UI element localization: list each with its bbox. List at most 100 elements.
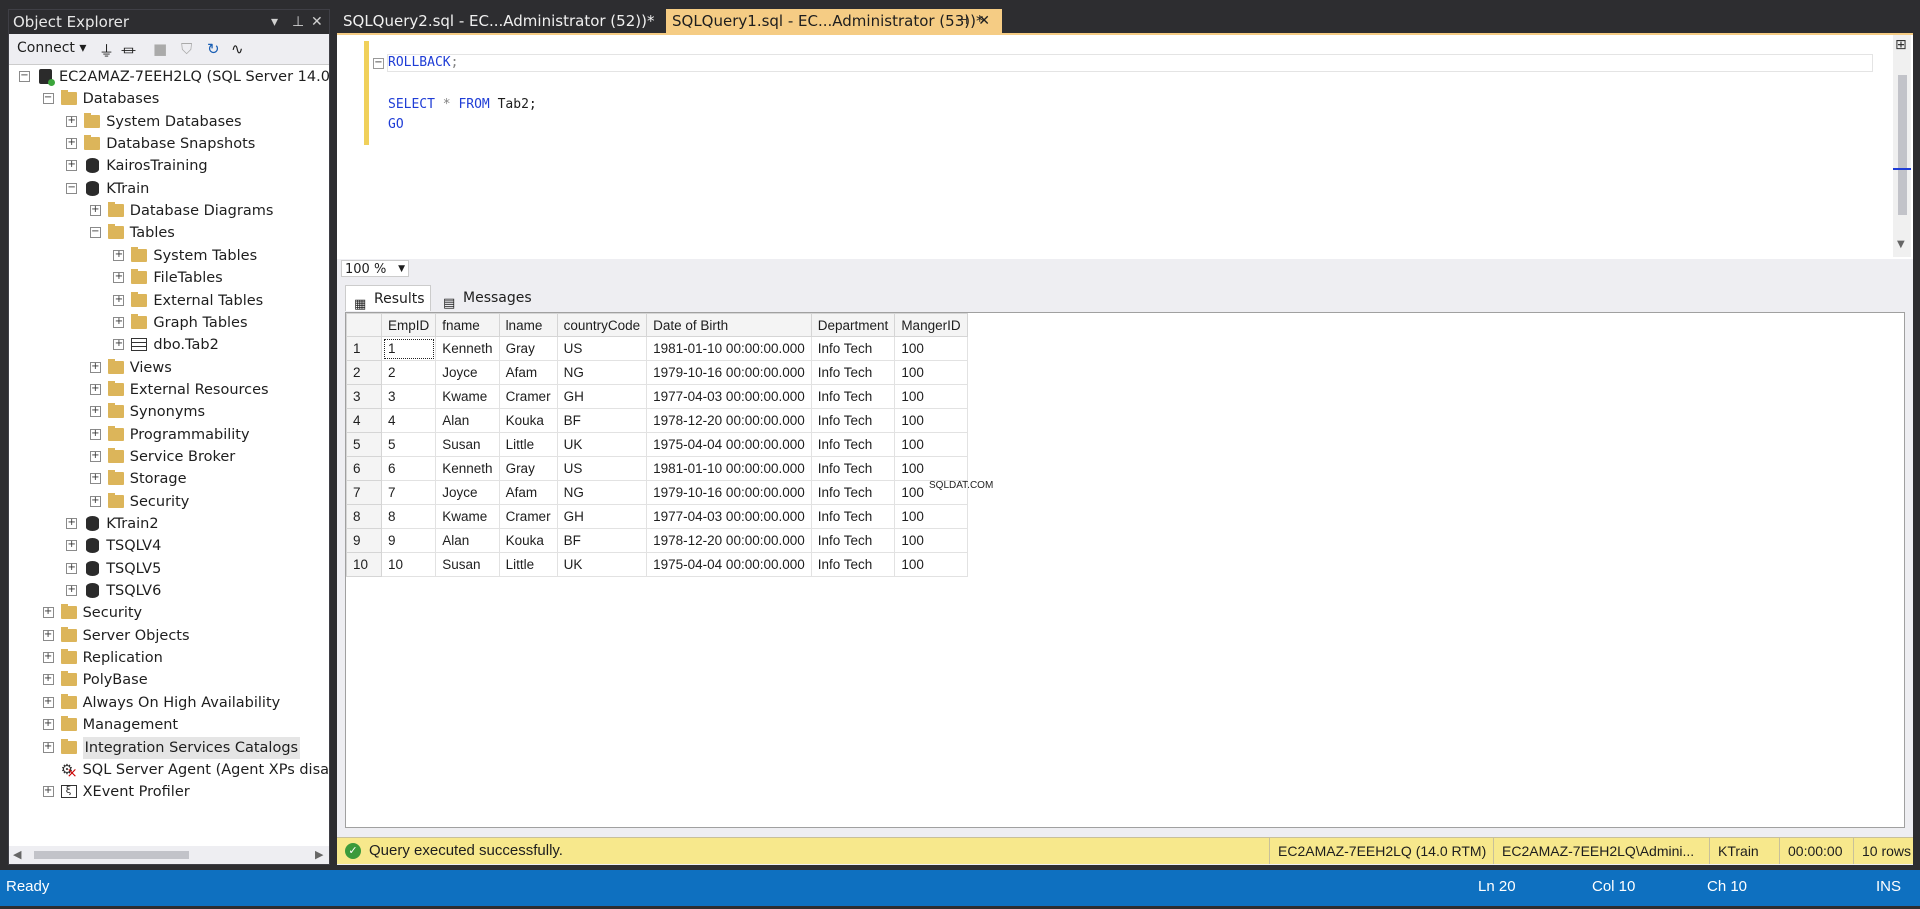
table-row[interactable]: 3 3 Kwame Cramer GH 1977-04-03 00:00:00.000 In… [346, 384, 968, 409]
query-editor[interactable]: − ROLLBACK; SELECT * FROM Tab2; GO ⊞ ▼ [337, 33, 1913, 259]
results-table[interactable]: EmpID fname lname countryCode Date of Birth D… [346, 313, 968, 577]
scroll-right-icon[interactable]: ▶ [315, 846, 323, 864]
collapse-icon[interactable]: − [42, 93, 54, 105]
table-cell[interactable]: Kwame [435, 504, 500, 529]
table-cell[interactable]: BF [556, 408, 648, 433]
table-row[interactable]: 4 4 Alan Kouka BF 1978-12-20 00:00:00.000 Info… [346, 408, 968, 433]
table-cell[interactable]: Gray [498, 336, 558, 361]
expand-icon[interactable]: + [42, 629, 54, 641]
table-cell[interactable]: 1975-04-04 00:00:00.000 [646, 552, 812, 577]
expand-icon[interactable]: + [42, 607, 54, 619]
row-number[interactable]: 3 [346, 384, 382, 409]
table-row[interactable]: 6 6 Kenneth Gray US 1981-01-10 00:00:00.000 In… [346, 456, 968, 481]
table-cell[interactable]: Cramer [498, 384, 558, 409]
activity-monitor-icon[interactable]: ∿ [231, 40, 244, 58]
expand-icon[interactable]: + [66, 160, 78, 172]
expand-icon[interactable]: + [42, 741, 54, 753]
table-cell[interactable]: 1977-04-03 00:00:00.000 [646, 504, 812, 529]
table-cell[interactable]: 100 [894, 552, 968, 577]
table-cell[interactable]: Cramer [498, 504, 558, 529]
connect-object-icon[interactable]: ⏚ [99, 40, 114, 61]
expand-icon[interactable]: + [66, 115, 78, 127]
expand-icon[interactable]: + [42, 786, 54, 798]
row-number[interactable]: 9 [346, 528, 382, 553]
table-cell[interactable]: UK [556, 432, 648, 457]
expand-icon[interactable]: + [113, 294, 125, 306]
table-cell[interactable]: 100 [894, 336, 968, 361]
table-cell[interactable]: GH [556, 384, 648, 409]
grid-corner[interactable] [346, 313, 382, 337]
table-cell[interactable]: Susan [435, 432, 500, 457]
tab-messages[interactable]: ▤ Messages [435, 285, 533, 311]
table-cell[interactable]: Kwame [435, 384, 500, 409]
table-cell[interactable]: Info Tech [810, 432, 896, 457]
expand-icon[interactable]: + [42, 652, 54, 664]
table-cell[interactable]: 9 [380, 528, 437, 553]
collapse-icon[interactable]: − [373, 58, 384, 69]
scrollbar-thumb[interactable] [1898, 75, 1907, 215]
table-cell[interactable]: 1977-04-03 00:00:00.000 [646, 384, 812, 409]
table-cell[interactable]: Joyce [435, 360, 500, 385]
table-cell[interactable]: Info Tech [810, 408, 896, 433]
table-row[interactable]: 7 7 Joyce Afam NG 1979-10-16 00:00:00.000 Info… [346, 480, 968, 505]
table-cell[interactable]: Info Tech [810, 384, 896, 409]
code-line-go[interactable]: GO [388, 117, 404, 132]
table-cell[interactable]: Joyce [435, 480, 500, 505]
column-header[interactable]: Department [810, 313, 896, 337]
table-cell[interactable]: Susan [435, 552, 500, 577]
stop-icon[interactable]: ■ [153, 40, 167, 58]
table-cell[interactable]: 100 [894, 456, 968, 481]
column-header[interactable]: fname [435, 313, 500, 337]
table-cell[interactable]: 100 [894, 504, 968, 529]
tab-sqlquery2[interactable]: SQLQuery2.sql - EC...Administrator (52))… [337, 9, 663, 33]
scroll-down-icon[interactable]: ▼ [1897, 239, 1905, 250]
table-cell[interactable]: Alan [435, 528, 500, 553]
table-cell[interactable]: Kouka [498, 408, 558, 433]
close-tab-icon[interactable]: ✕ [978, 9, 990, 33]
table-row[interactable]: 8 8 Kwame Cramer GH 1977-04-03 00:00:00.000 In… [346, 504, 968, 529]
table-cell[interactable]: NG [556, 480, 648, 505]
column-header[interactable]: MangerID [894, 313, 968, 337]
zoom-select[interactable]: 100 % ▼ [341, 260, 409, 277]
table-cell[interactable]: 100 [894, 384, 968, 409]
row-number[interactable]: 4 [346, 408, 382, 433]
column-header[interactable]: Date of Birth [646, 313, 812, 337]
table-cell[interactable]: 1981-01-10 00:00:00.000 [646, 456, 812, 481]
expand-icon[interactable]: + [89, 473, 101, 485]
expand-icon[interactable]: + [89, 428, 101, 440]
table-cell[interactable]: Info Tech [810, 504, 896, 529]
pin-icon[interactable]: ⊣ [957, 9, 968, 33]
collapse-icon[interactable]: − [66, 182, 78, 194]
column-header[interactable]: countryCode [556, 313, 648, 337]
expand-icon[interactable]: + [89, 406, 101, 418]
table-cell[interactable]: 1975-04-04 00:00:00.000 [646, 432, 812, 457]
table-cell[interactable]: 1981-01-10 00:00:00.000 [646, 336, 812, 361]
table-cell[interactable]: Kenneth [435, 336, 500, 361]
expand-icon[interactable]: + [66, 540, 78, 552]
table-cell[interactable]: 1978-12-20 00:00:00.000 [646, 528, 812, 553]
table-cell[interactable]: Little [498, 432, 558, 457]
results-grid[interactable]: EmpID fname lname countryCode Date of Birth D… [345, 312, 1905, 828]
table-cell[interactable]: 10 [380, 552, 437, 577]
table-cell[interactable]: Gray [498, 456, 558, 481]
expand-icon[interactable]: + [113, 249, 125, 261]
filter-icon[interactable]: ⛉ [181, 40, 192, 58]
table-cell[interactable]: Alan [435, 408, 500, 433]
table-cell[interactable]: Kouka [498, 528, 558, 553]
column-header[interactable]: EmpID [380, 313, 437, 337]
table-cell[interactable]: Info Tech [810, 456, 896, 481]
disconnect-icon[interactable]: ⏛ [121, 40, 136, 61]
expand-icon[interactable]: + [66, 138, 78, 150]
table-cell[interactable]: 100 [894, 360, 968, 385]
table-cell[interactable]: 1 [380, 336, 437, 361]
table-cell[interactable]: Info Tech [810, 360, 896, 385]
dropdown-arrow-icon[interactable]: ▾ [271, 10, 278, 34]
table-cell[interactable]: 1979-10-16 00:00:00.000 [646, 480, 812, 505]
table-cell[interactable]: Little [498, 552, 558, 577]
table-cell[interactable]: US [556, 336, 648, 361]
table-cell[interactable]: NG [556, 360, 648, 385]
row-number[interactable]: 6 [346, 456, 382, 481]
table-cell[interactable]: 8 [380, 504, 437, 529]
expand-icon[interactable]: + [42, 674, 54, 686]
expand-icon[interactable]: + [113, 272, 125, 284]
